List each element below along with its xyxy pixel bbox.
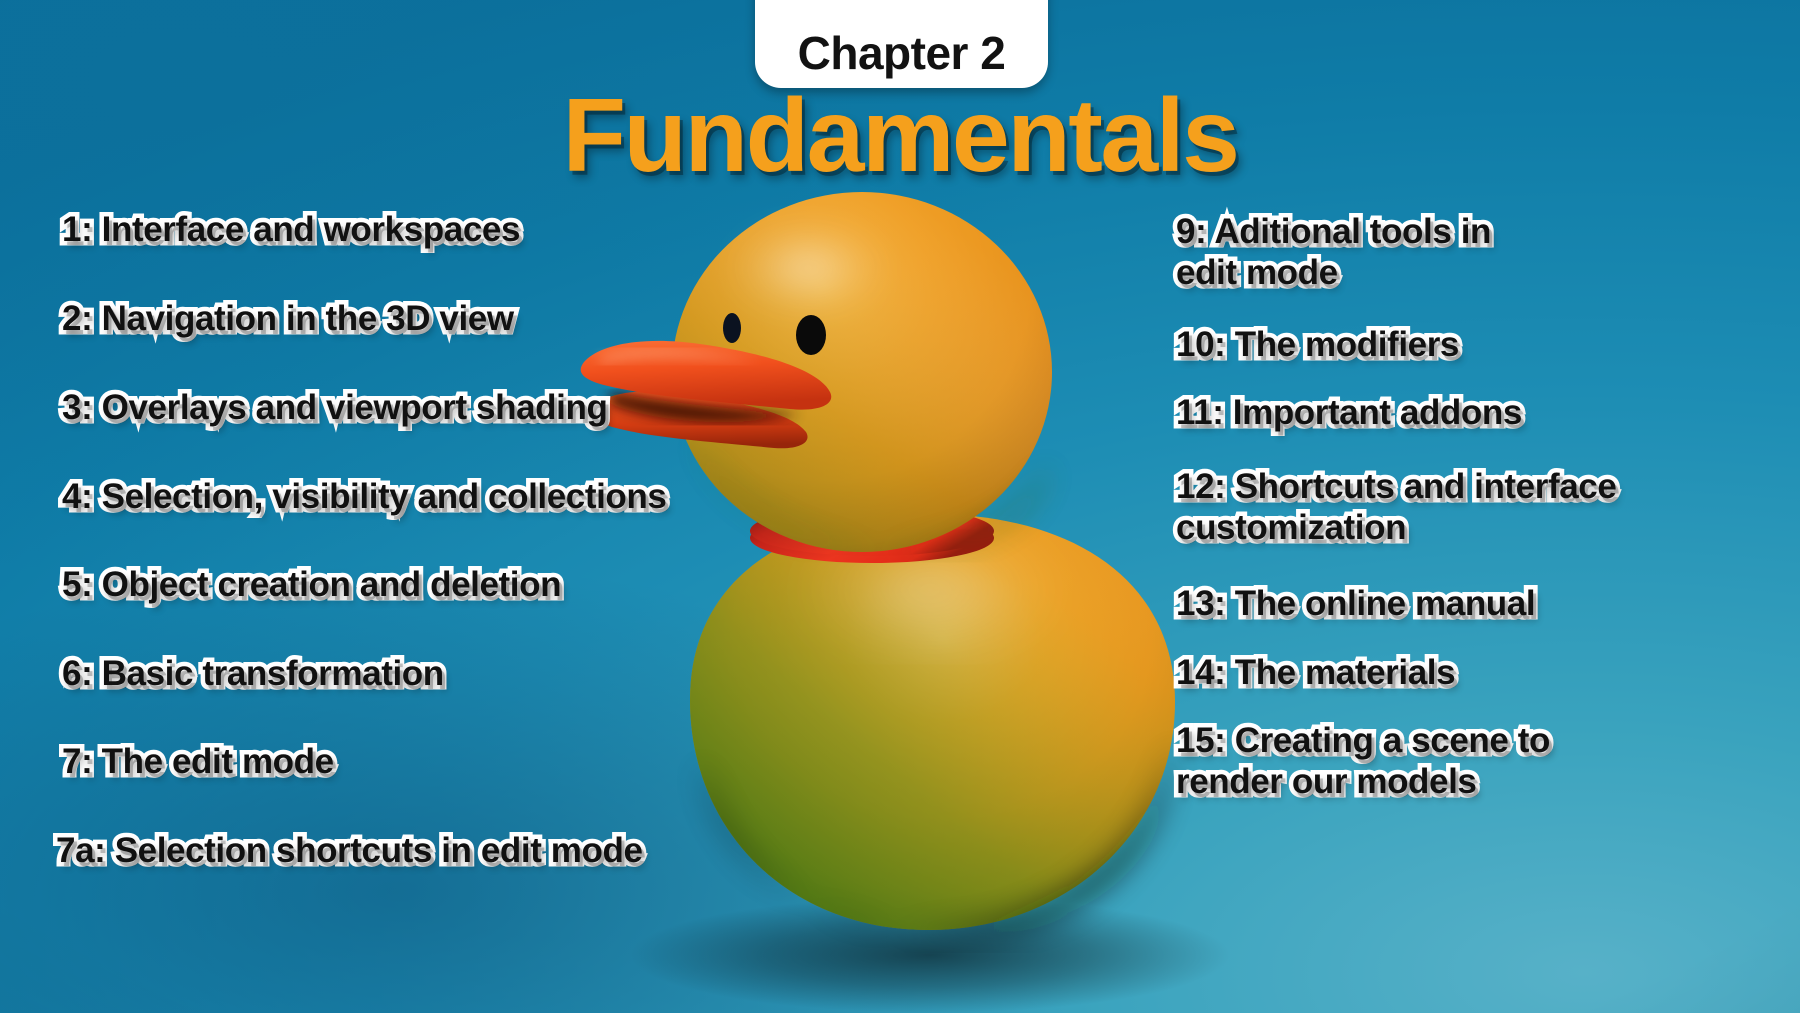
chapter-badge-label: Chapter 2 <box>797 27 1006 79</box>
slide-root: Chapter 2 Fundamentals 1: Interface and … <box>0 0 1800 1013</box>
toc-item-12[interactable]: 12: Shortcuts and interface customizatio… <box>1171 462 1621 551</box>
page-title: Fundamentals <box>562 78 1241 194</box>
toc-item-3[interactable]: 3: Overlays and viewport shading <box>57 384 612 432</box>
toc-item-1[interactable]: 1: Interface and workspaces <box>57 206 524 254</box>
chapter-badge: Chapter 2 <box>755 0 1048 88</box>
toc-item-7[interactable]: 7: The edit mode <box>58 738 339 786</box>
toc-item-5[interactable]: 5: Object creation and deletion <box>57 561 565 609</box>
toc-item-14[interactable]: 14: The materials <box>1171 649 1460 697</box>
toc-item-15[interactable]: 15: Creating a scene to render our model… <box>1172 716 1555 805</box>
toc-item-4[interactable]: 4: Selection, visibility and collections <box>57 473 671 521</box>
toc-item-13[interactable]: 13: The online manual <box>1171 580 1540 628</box>
toc-item-7a[interactable]: 7a: Selection shortcuts in edit mode <box>52 827 648 875</box>
toc-item-9[interactable]: 9: Aditional tools in edit mode <box>1171 207 1495 296</box>
toc-item-2[interactable]: 2: Navigation in the 3D view <box>58 295 519 343</box>
toc-item-10[interactable]: 10: The modifiers <box>1172 321 1464 369</box>
toc-item-6[interactable]: 6: Basic transformation <box>58 650 449 698</box>
toc-item-11[interactable]: 11: Important addons <box>1172 389 1527 437</box>
